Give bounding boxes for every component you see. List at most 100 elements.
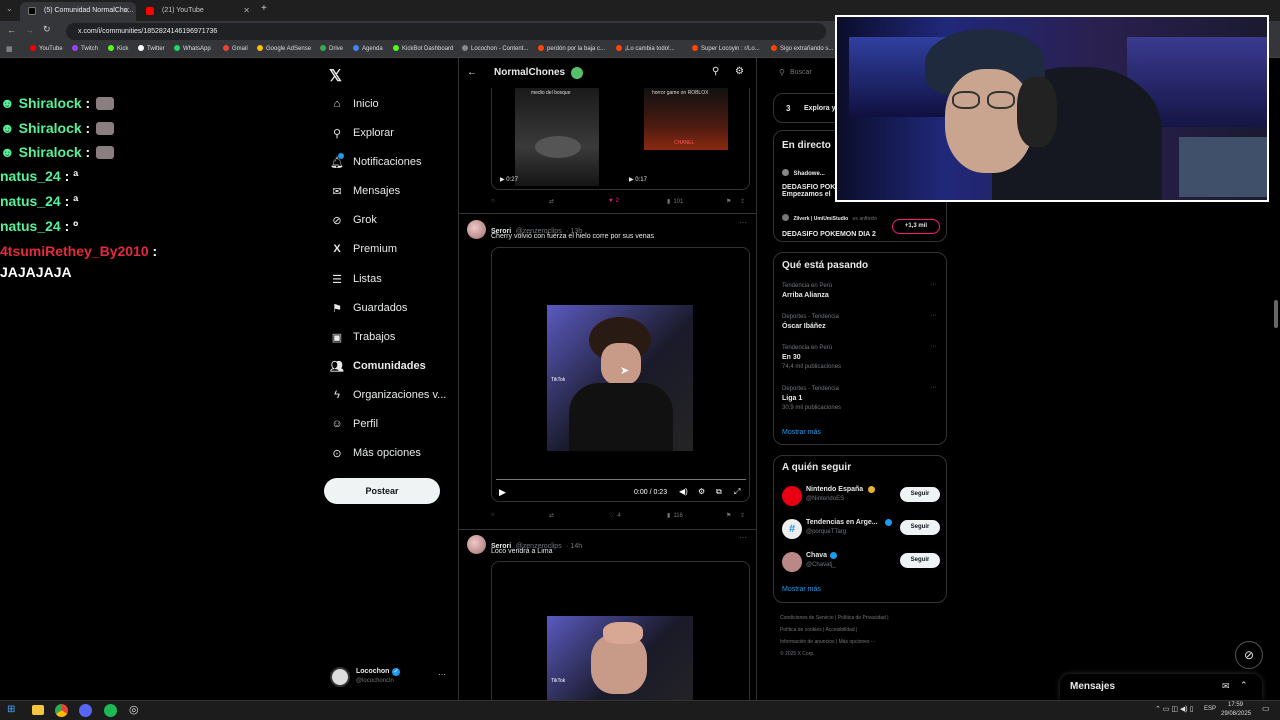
clock-date[interactable]: 29/08/2025 <box>1221 711 1251 717</box>
video-player[interactable]: TikTok <box>491 561 750 700</box>
forward-icon[interactable]: → <box>25 25 34 35</box>
like-button[interactable]: ♡ 4 <box>609 512 621 520</box>
spotify-icon[interactable] <box>104 704 117 717</box>
video-player[interactable]: TikTok ➤ ▶ 0:00 / 0:23 ◀) ⚙ ⧉ ⤢ <box>491 247 750 502</box>
follow-item[interactable]: Chava @Chavatj_ Seguir <box>774 550 948 572</box>
bookmark-button[interactable]: ⚑ <box>726 198 731 205</box>
post[interactable]: Serori @zenzeroclips · 13h ··· Cherry vo… <box>459 214 756 530</box>
bookmark-twitter[interactable]: Twitter <box>138 45 165 52</box>
fullscreen-icon[interactable]: ⤢ <box>734 487 740 497</box>
more-horizontal-icon[interactable]: ··· <box>739 533 747 542</box>
share-button[interactable]: ⇪ <box>740 198 745 205</box>
obs-icon[interactable]: ◎ <box>129 703 139 716</box>
more-horizontal-icon[interactable]: ··· <box>739 218 747 227</box>
clip-thumbnail[interactable]: horror game on ROBLOX CHANEL <box>644 88 728 150</box>
listener-count-badge[interactable]: +1,3 mil <box>892 219 940 234</box>
trend-item[interactable]: Tendencia en Perú Arriba Alianza ··· <box>782 281 940 299</box>
bookmark-perdon[interactable]: perdón por la baja c... <box>538 45 605 52</box>
notifications-icon[interactable]: ▭ <box>1262 704 1270 713</box>
discord-icon[interactable] <box>79 704 92 717</box>
nav-grok[interactable]: ⊘ Grok <box>330 209 376 231</box>
gear-icon[interactable]: ⚙ <box>735 66 744 77</box>
nav-guardados[interactable]: ⚑ Guardados <box>330 297 407 319</box>
show-more-link[interactable]: Mostrar más <box>782 429 821 436</box>
nav-mensajes[interactable]: ✉ Mensajes <box>330 180 400 202</box>
post-button[interactable]: Postear <box>324 478 440 504</box>
bookmark-whatsapp[interactable]: WhatsApp <box>174 45 211 52</box>
pip-icon[interactable]: ⧉ <box>716 487 722 497</box>
nav-comunidades[interactable]: 👥︎ Comunidades <box>330 355 426 377</box>
play-icon[interactable]: ▶ <box>499 487 506 498</box>
more-horizontal-icon[interactable]: ··· <box>930 312 937 319</box>
nav-listas[interactable]: ☰ Listas <box>330 268 382 290</box>
clock-time[interactable]: 17:59 <box>1228 702 1243 708</box>
bookmark-adsense[interactable]: Google AdSense <box>257 45 311 52</box>
more-horizontal-icon[interactable]: ··· <box>930 384 937 391</box>
more-horizontal-icon[interactable]: ··· <box>930 343 937 350</box>
bookmark-locochon[interactable]: Locochon - Content... <box>462 45 528 52</box>
bookmark-kick[interactable]: Kick <box>108 45 128 52</box>
nav-premium[interactable]: X Premium <box>330 238 397 260</box>
nav-explorar[interactable]: ⚲ Explorar <box>330 122 394 144</box>
scrollbar-thumb[interactable] <box>1274 300 1278 328</box>
bookmark-sigo[interactable]: Sigo extrañando s... <box>771 45 833 52</box>
video-progress[interactable] <box>496 479 746 480</box>
tab-close-icon[interactable]: ✕ <box>243 2 250 19</box>
post[interactable]: Serori @zenzeroclips · 14h ··· Loco vend… <box>459 530 756 700</box>
volume-icon[interactable]: ◀) <box>679 487 688 496</box>
tab-comunidad[interactable]: (5) Comunidad NormalCho... ✕ <box>20 2 136 21</box>
nav-perfil[interactable]: ☺ Perfil <box>330 413 378 435</box>
bookmark-agenda[interactable]: Agenda <box>353 45 383 52</box>
file-explorer-icon[interactable] <box>32 705 44 715</box>
follow-button[interactable]: Seguir <box>900 487 940 502</box>
account-switcher[interactable]: Locochon ✓ @locochoncln ··· <box>330 666 450 690</box>
trend-item[interactable]: Tendencia en Perú En 30 74,4 mil publica… <box>782 343 940 370</box>
apps-icon[interactable]: ▦ <box>6 45 13 53</box>
reply-button[interactable]: ○ <box>491 198 495 204</box>
tray-icons[interactable]: ⌃ ▭ ◫ ◀) ▯ <box>1155 705 1193 713</box>
tab-search-icon[interactable]: ⌄ <box>6 4 13 13</box>
chrome-icon[interactable] <box>55 704 68 717</box>
trend-item[interactable]: Deportes · Tendencia Liga 1 30,9 mil pub… <box>782 384 940 411</box>
url-input[interactable]: x.com/i/communities/1852824146196971736 <box>66 23 826 40</box>
views-button[interactable]: ▮ 101 <box>667 198 683 206</box>
x-logo-icon[interactable]: 𝕏 <box>329 66 342 86</box>
clip-thumbnail[interactable]: medio del bosque <box>515 88 599 186</box>
like-button[interactable]: ♥ 2 <box>609 198 619 204</box>
reload-icon[interactable]: ↻ <box>43 24 51 35</box>
tab-youtube[interactable]: (21) YouTube ✕ <box>138 2 256 21</box>
bookmark-button[interactable]: ⚑ <box>726 512 731 519</box>
nav-inicio[interactable]: ⌂ Inicio <box>330 93 379 115</box>
repost-button[interactable]: ⇄ <box>549 198 554 205</box>
views-button[interactable]: ▮ 116 <box>667 512 683 520</box>
back-arrow-icon[interactable]: ← <box>467 67 477 78</box>
new-tab-icon[interactable]: + <box>261 3 267 14</box>
tab-close-icon[interactable]: ✕ <box>123 2 130 19</box>
search-icon[interactable]: ⚲ <box>712 66 719 77</box>
nav-organizaciones[interactable]: ϟ Organizaciones v... <box>330 384 446 406</box>
follow-button[interactable]: Seguir <box>900 520 940 535</box>
windows-start-icon[interactable]: ⊞ <box>7 704 15 715</box>
nav-trabajos[interactable]: ▣ Trabajos <box>330 326 396 348</box>
bookmark-twitch[interactable]: Twitch <box>72 45 98 52</box>
compose-message-icon[interactable]: ✉ <box>1222 681 1230 692</box>
more-horizontal-icon[interactable]: ··· <box>438 670 446 679</box>
back-icon[interactable]: ← <box>7 25 16 35</box>
bookmark-youtube[interactable]: YouTube <box>30 45 63 52</box>
more-horizontal-icon[interactable]: ··· <box>930 281 937 288</box>
nav-mas-opciones[interactable]: ⊙ Más opciones <box>330 442 420 464</box>
reply-button[interactable]: ○ <box>491 512 495 518</box>
chevron-up-icon[interactable]: ⌃ <box>1240 680 1248 691</box>
settings-icon[interactable]: ⚙ <box>698 487 705 496</box>
show-more-link[interactable]: Mostrar más <box>782 586 821 593</box>
follow-item[interactable]: # Tendencias en Arge... @porqueTTarg Seg… <box>774 517 948 539</box>
grok-float-icon[interactable]: ⊘ <box>1235 641 1263 669</box>
follow-item[interactable]: Nintendo España @NintendoES Seguir <box>774 484 948 506</box>
follow-button[interactable]: Seguir <box>900 553 940 568</box>
trend-item[interactable]: Deportes · Tendencia Óscar Ibáñez ··· <box>782 312 940 330</box>
language-indicator[interactable]: ESP <box>1204 706 1216 712</box>
bookmark-gmail[interactable]: Gmail <box>223 45 248 52</box>
bookmark-kickbot[interactable]: KickBot Dashboard <box>393 45 453 52</box>
repost-button[interactable]: ⇄ <box>549 512 554 519</box>
messages-drawer[interactable]: Mensajes ✉ ⌃ <box>1060 674 1262 700</box>
